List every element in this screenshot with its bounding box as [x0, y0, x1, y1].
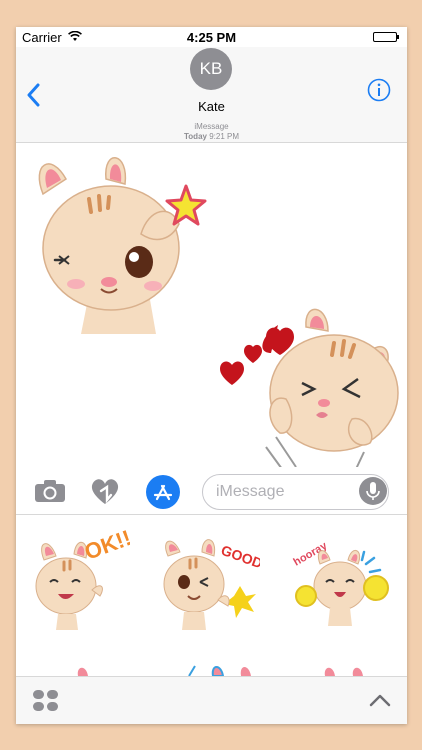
- contact-name[interactable]: Kate: [16, 99, 407, 114]
- battery-icon: [373, 32, 399, 42]
- sticker-blowing-kisses[interactable]: [216, 297, 401, 472]
- status-bar: Carrier 4:25 PM: [16, 27, 407, 47]
- service-label: iMessage: [194, 122, 229, 131]
- sticker-peek[interactable]: [181, 646, 281, 676]
- sticker-ok[interactable]: OK!!: [30, 530, 130, 630]
- contact-avatar[interactable]: KB: [190, 48, 232, 90]
- sticker-salute-star[interactable]: [21, 144, 211, 334]
- sticker-good[interactable]: GOOD: [160, 530, 260, 630]
- app-store-icon[interactable]: [146, 475, 180, 509]
- day-label: Today: [184, 132, 207, 141]
- thread-timestamp: iMessage Today 9:21 PM: [16, 122, 407, 142]
- camera-icon[interactable]: [34, 479, 66, 508]
- sticker-good-text: GOOD: [219, 542, 260, 572]
- clock: 4:25 PM: [186, 30, 237, 45]
- digital-touch-icon[interactable]: [89, 476, 121, 511]
- sticker-peek[interactable]: [56, 646, 156, 676]
- sticker-ok-text: OK!!: [81, 530, 130, 565]
- iphone-screen: Carrier 4:25 PM KB Kate iMessage Today 9…: [16, 27, 407, 724]
- app-drawer-icon[interactable]: [32, 689, 60, 718]
- sticker-hooray[interactable]: hooray: [290, 530, 390, 630]
- time-label: 9:21 PM: [209, 132, 239, 141]
- app-drawer-bar: [16, 676, 407, 724]
- sticker-peek[interactable]: [303, 646, 403, 676]
- microphone-icon[interactable]: [359, 477, 387, 505]
- sticker-tray: OK!! GOOD hooray: [16, 516, 407, 676]
- message-composer: iMessage: [16, 467, 407, 515]
- chevron-up-icon[interactable]: [369, 693, 391, 712]
- info-button[interactable]: [367, 78, 391, 107]
